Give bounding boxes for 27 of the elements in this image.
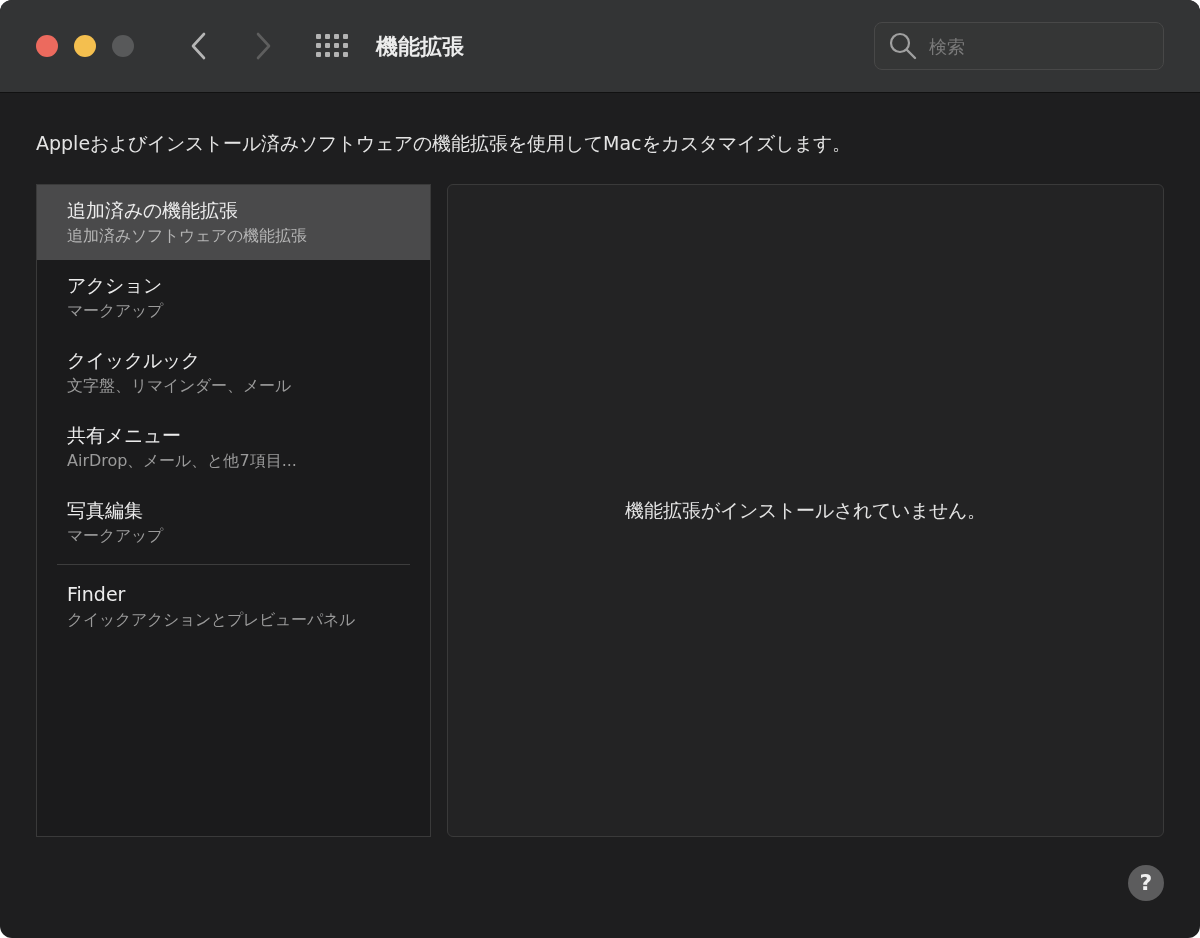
item-subtitle: マークアップ	[67, 300, 165, 323]
sidebar-item[interactable]: 写真編集 マークアップ	[37, 484, 430, 560]
empty-message: 機能拡張がインストールされていません。	[625, 497, 986, 523]
item-title: Finder	[67, 581, 127, 607]
item-subtitle: マークアップ	[67, 525, 165, 548]
sidebar-item[interactable]: 共有メニュー AirDrop、メール、と他7項目...	[37, 409, 430, 485]
grid-icon[interactable]	[316, 34, 348, 58]
description-text: Appleおよびインストール済みソフトウェアの機能拡張を使用してMacをカスタマイズします。	[36, 131, 852, 156]
sidebar-item[interactable]: 追加済みの機能拡張 追加済みソフトウェアの機能拡張	[37, 184, 430, 260]
search-icon	[888, 31, 918, 61]
item-subtitle: 文字盤、リマインダー、メール	[67, 375, 292, 398]
item-subtitle: 追加済みソフトウェアの機能拡張	[67, 225, 308, 248]
item-title: アクション	[67, 272, 163, 298]
item-title: 追加済みの機能拡張	[67, 197, 239, 223]
search-field[interactable]: 検索	[874, 22, 1164, 70]
sidebar-item[interactable]: アクション マークアップ	[37, 259, 430, 335]
item-title: 写真編集	[67, 497, 144, 523]
close-button[interactable]	[36, 35, 58, 57]
minimize-button[interactable]	[74, 35, 96, 57]
sidebar-item[interactable]: クイックルック 文字盤、リマインダー、メール	[37, 334, 430, 410]
item-subtitle: AirDrop、メール、と他7項目...	[67, 450, 298, 473]
item-title: 共有メニュー	[67, 422, 182, 448]
item-subtitle: クイックアクションとプレビューパネル	[67, 609, 356, 632]
help-button[interactable]: ?	[1128, 864, 1164, 901]
window-title: 機能拡張	[376, 32, 464, 61]
sidebar-item[interactable]: Finder クイックアクションとプレビューパネル	[37, 568, 430, 644]
item-title: クイックルック	[67, 347, 201, 373]
